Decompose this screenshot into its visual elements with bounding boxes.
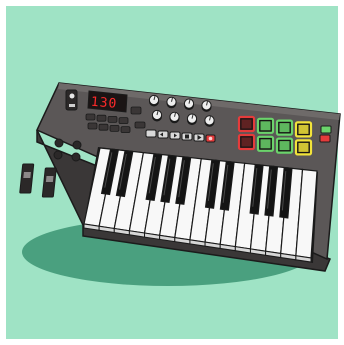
- shift-button[interactable]: [130, 106, 142, 115]
- bank-up-button[interactable]: [320, 125, 332, 134]
- function-button[interactable]: [96, 114, 107, 122]
- function-button[interactable]: [98, 123, 109, 131]
- mod-wheel-grip: [45, 176, 54, 182]
- bank-down-button[interactable]: [319, 134, 331, 143]
- drum-pad-light: [279, 123, 290, 133]
- drum-pad-light: [298, 142, 309, 152]
- function-button[interactable]: [118, 117, 129, 124]
- drum-pad-light: [260, 139, 271, 149]
- knob[interactable]: [186, 113, 198, 126]
- pitch-wheel-grip: [23, 172, 31, 178]
- function-button[interactable]: [109, 125, 120, 132]
- mode-button[interactable]: [134, 121, 146, 129]
- transpose-down-button[interactable]: [53, 150, 63, 160]
- function-button[interactable]: [107, 116, 118, 123]
- drum-pad-light: [241, 119, 252, 129]
- drum-pad-light: [298, 124, 309, 134]
- knob[interactable]: [204, 115, 215, 127]
- pitch-wheel[interactable]: [19, 163, 35, 194]
- function-button[interactable]: [120, 126, 131, 133]
- knob[interactable]: [151, 109, 163, 122]
- transpose-up-button[interactable]: [71, 152, 81, 162]
- knob[interactable]: [183, 98, 195, 111]
- drum-pad-light: [241, 137, 252, 147]
- drum-pad-light: [260, 121, 271, 131]
- knob[interactable]: [169, 111, 180, 124]
- tempo-display: 130: [87, 90, 128, 113]
- octave-down-button[interactable]: [54, 138, 64, 148]
- knob[interactable]: [148, 94, 160, 107]
- octave-up-button[interactable]: [72, 140, 82, 150]
- tempo-readout: 130: [90, 95, 118, 112]
- stop-icon: [185, 134, 189, 139]
- mod-wheel[interactable]: [41, 167, 57, 198]
- knob[interactable]: [201, 100, 212, 112]
- keyboard-illustration: 130: [0, 0, 344, 345]
- record-icon: [208, 136, 213, 141]
- knob[interactable]: [166, 96, 177, 109]
- function-button[interactable]: [87, 122, 98, 130]
- drum-pad-light: [279, 141, 290, 151]
- mode-switch-indicator: [69, 93, 75, 99]
- illustration-canvas: 130: [0, 0, 344, 345]
- mode-switch-lever: [69, 104, 75, 107]
- function-button[interactable]: [85, 113, 96, 121]
- loop-button[interactable]: [145, 129, 157, 138]
